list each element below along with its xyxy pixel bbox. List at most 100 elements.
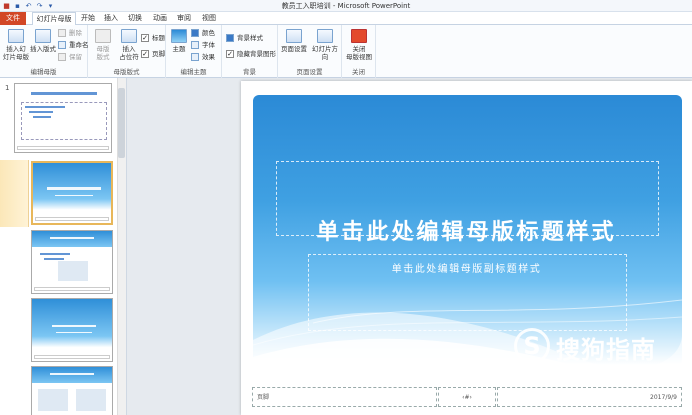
watermark-url: zhinan.sogou.com <box>520 369 647 384</box>
thumbnail-bullet-line <box>33 116 51 118</box>
selected-layout-band <box>0 160 29 227</box>
thumbnail-bullet-line <box>29 111 53 113</box>
group-close: 关闭 母版视图 关闭 <box>342 25 376 78</box>
colors-icon <box>191 29 199 37</box>
insert-master-icon <box>8 29 24 43</box>
thumbnail-title-line <box>50 237 94 239</box>
thumbnail-title-line <box>50 373 94 375</box>
group-label-close: 关闭 <box>352 68 365 76</box>
tab-slide-master[interactable]: 幻灯片母版 <box>32 12 76 26</box>
thumbnail-bullet-line <box>25 106 65 108</box>
master-layout-button[interactable]: 母版 版式 <box>90 28 116 64</box>
thumbnail-content-layout[interactable] <box>31 230 113 294</box>
thumbnail-picture <box>38 389 68 411</box>
hide-background-checkbox[interactable]: ✓ 隐藏背景图形 <box>226 49 276 59</box>
group-edit-theme: 主题 颜色 字体 效果 编辑主题 <box>166 25 222 78</box>
page-setup-button[interactable]: 页面设置 <box>279 28 309 64</box>
thumbnail-subtitle-line <box>55 195 93 196</box>
ribbon-tabs: 文件 幻灯片母版 开始 插入 切换 动画 审阅 视图 <box>0 12 692 26</box>
thumbnail-footer <box>17 146 109 150</box>
date-placeholder[interactable]: 2017/9/9 <box>497 387 682 407</box>
thumbnail-two-content-layout[interactable] <box>31 366 113 415</box>
thumbnail-subtitle-line <box>56 332 92 333</box>
group-label-page-setup: 页面设置 <box>296 68 323 76</box>
slide-number: 1 <box>5 84 10 92</box>
title-checkbox[interactable]: ✓ 标题 <box>141 33 165 43</box>
group-label-edit-master: 编辑母版 <box>30 68 57 76</box>
footer-placeholder[interactable]: 页脚 <box>252 387 437 407</box>
tab-home[interactable]: 开始 <box>78 12 98 25</box>
close-icon <box>351 29 367 43</box>
thumbnail-section-layout[interactable] <box>31 298 113 362</box>
thumbnail-slide-master[interactable] <box>14 83 112 153</box>
thumbnail-header-band <box>32 231 112 247</box>
delete-icon <box>58 29 66 37</box>
background-styles-icon <box>226 34 234 42</box>
slide-subtitle: 单击此处编辑母版副标题样式 <box>391 264 542 275</box>
preserve-button[interactable]: 保留 <box>58 52 82 62</box>
checkbox-checked-icon: ✓ <box>141 50 149 58</box>
rename-button[interactable]: 重命名 <box>58 40 89 50</box>
slide-footer-area: 页脚 ‹#› 2017/9/9 <box>252 387 682 407</box>
group-page-setup: 页面设置 幻灯片方向 页面设置 <box>278 25 342 78</box>
thumbnail-title-layout[interactable] <box>31 161 113 225</box>
group-background: 背景样式 ✓ 隐藏背景图形 背景 <box>222 25 278 78</box>
thumbnail-title-line <box>47 187 101 190</box>
thumbnail-picture <box>76 389 106 411</box>
watermark-brand: 搜狗指南 <box>556 336 656 364</box>
insert-placeholder-icon <box>121 29 137 43</box>
thumbnail-title-line <box>52 325 96 327</box>
footer-checkbox[interactable]: ✓ 页脚 <box>141 49 165 59</box>
thumbnail-picture <box>58 261 88 281</box>
thumbnail-scrollbar-thumb[interactable] <box>118 88 125 158</box>
group-master-layout: 母版 版式 插入 占位符 ✓ 标题 ✓ 页脚 母版版式 <box>88 25 166 78</box>
insert-placeholder-button[interactable]: 插入 占位符 <box>116 28 142 64</box>
slide-title: 单击此处编辑母版标题样式 <box>316 219 617 245</box>
group-label-master-layout: 母版版式 <box>113 68 140 76</box>
thumbnail-background <box>33 163 111 223</box>
background-styles-button[interactable]: 背景样式 <box>226 33 263 43</box>
ribbon: 插入幻 灯片母版 插入版式 删除 重命名 保留 编辑母版 母版 版式 插入 占位… <box>0 25 692 78</box>
thumbnail-header-band <box>32 367 112 383</box>
page-setup-icon <box>286 29 302 43</box>
effects-icon <box>191 53 199 61</box>
group-edit-master: 插入幻 灯片母版 插入版式 删除 重命名 保留 编辑母版 <box>0 25 89 78</box>
thumbnail-bullet-line <box>40 253 70 255</box>
themes-icon <box>171 29 187 43</box>
group-label-background: 背景 <box>243 68 256 76</box>
thumbnail-footer <box>34 355 110 359</box>
themes-button[interactable]: 主题 <box>168 28 190 64</box>
sogou-logo-icon: S <box>514 328 550 364</box>
tab-animations[interactable]: 动画 <box>150 12 170 25</box>
thumbnail-background <box>32 299 112 361</box>
effects-button[interactable]: 效果 <box>191 52 215 62</box>
tab-insert[interactable]: 插入 <box>101 12 121 25</box>
insert-layout-button[interactable]: 插入版式 <box>28 28 58 64</box>
preserve-icon <box>58 53 66 61</box>
thumbnail-title-line <box>31 92 97 95</box>
colors-button[interactable]: 颜色 <box>191 28 215 38</box>
tab-transitions[interactable]: 切换 <box>124 12 146 25</box>
fonts-button[interactable]: 字体 <box>191 40 215 50</box>
slide-orientation-icon <box>317 29 333 43</box>
tab-view[interactable]: 视图 <box>198 12 220 25</box>
window-title: 教员工入职培训 - Microsoft PowerPoint <box>281 2 411 10</box>
group-label-edit-theme: 编辑主题 <box>180 68 207 76</box>
master-layout-icon <box>95 29 111 43</box>
delete-button[interactable]: 删除 <box>58 28 82 38</box>
title-bar: ■ ▪ ↶ ↷ ▾ 教员工入职培训 - Microsoft PowerPoint <box>0 0 692 12</box>
tab-file[interactable]: 文件 <box>0 12 26 25</box>
slide-orientation-button[interactable]: 幻灯片方向 <box>309 28 341 64</box>
checkbox-checked-icon: ✓ <box>226 50 234 58</box>
fonts-icon <box>191 41 199 49</box>
thumbnail-footer <box>34 287 110 291</box>
insert-slide-master-button[interactable]: 插入幻 灯片母版 <box>1 28 31 64</box>
rename-icon <box>58 41 66 49</box>
slide-number-placeholder[interactable]: ‹#› <box>438 387 496 407</box>
checkbox-checked-icon: ✓ <box>141 34 149 42</box>
close-master-view-button[interactable]: 关闭 母版视图 <box>344 28 374 64</box>
insert-layout-icon <box>35 29 51 43</box>
thumbnail-footer <box>35 217 109 221</box>
thumbnail-bullet-line <box>44 258 64 260</box>
tab-review[interactable]: 审阅 <box>173 12 195 25</box>
